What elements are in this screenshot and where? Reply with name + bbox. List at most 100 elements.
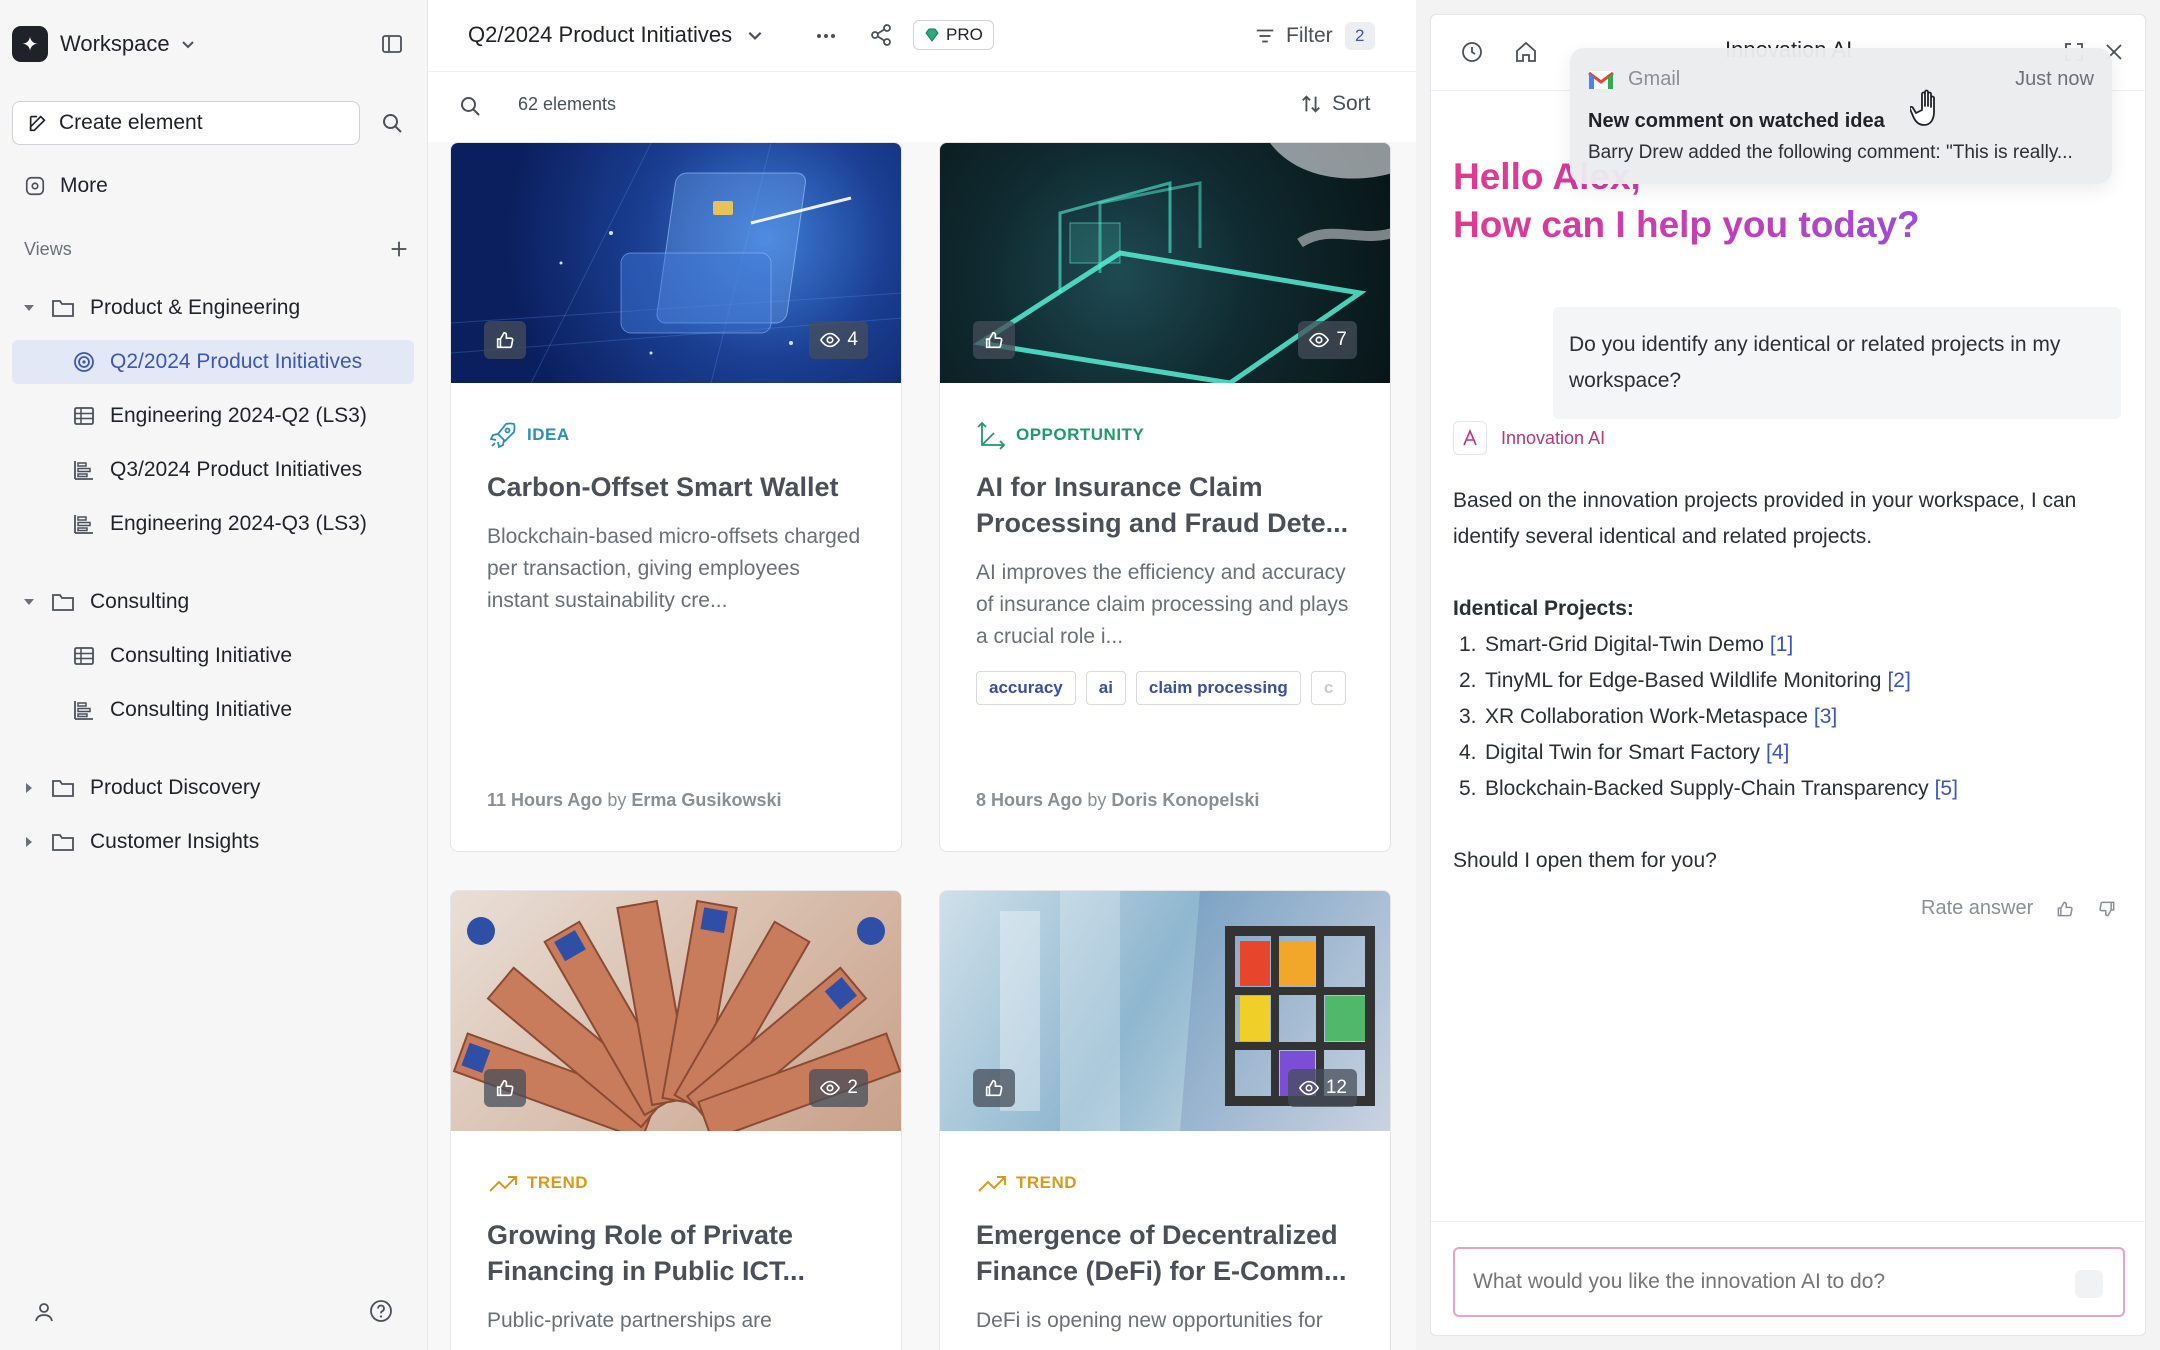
card-title: AI for Insurance Claim Processing and Fr…: [976, 472, 1349, 538]
more-icon: [25, 176, 45, 196]
more-menu[interactable]: More: [24, 172, 108, 200]
tag-list: accuracy ai claim processing c: [976, 671, 1356, 705]
card-by: by: [1087, 790, 1107, 810]
main-board: Q2/2024 Product Initiatives PRO Filter 2…: [428, 0, 1416, 1350]
table-icon: [74, 407, 94, 425]
tag[interactable]: ai: [1085, 671, 1126, 705]
gmail-notification[interactable]: Gmail Just now New comment on watched id…: [1570, 48, 2112, 184]
eye-icon: [1298, 1080, 1319, 1096]
thumbs-up-icon: [496, 1079, 514, 1097]
thumbs-up-icon: [985, 1079, 1003, 1097]
trend-card[interactable]: 12 TREND Emergence of Decentralized Fina…: [939, 890, 1391, 1350]
search-icon[interactable]: [380, 111, 404, 135]
opportunity-card[interactable]: 7 OPPORTUNITY AI for Insurance Claim Pro…: [939, 142, 1391, 852]
view-label: Engineering 2024-Q2 (LS3): [110, 404, 367, 427]
sidebar-toggle-icon[interactable]: [380, 32, 404, 56]
target-icon: [74, 352, 94, 372]
history-icon[interactable]: [1459, 39, 1485, 65]
project-name: Smart-Grid Digital-Twin Demo: [1485, 633, 1764, 656]
tag[interactable]: claim processing: [1135, 671, 1301, 705]
card-type-label: OPPORTUNITY: [1016, 425, 1145, 444]
eye-icon: [820, 1080, 841, 1096]
card-meta: 11 Hours Ago by Erma Gusikowski: [487, 790, 781, 811]
trend-up-icon: [489, 1176, 517, 1192]
notification-title: New comment on watched idea: [1588, 110, 1885, 132]
view-q2-2024-product-initiatives[interactable]: Q2/2024 Product Initiatives: [12, 340, 414, 384]
ai-prompt-input[interactable]: [1453, 1247, 2125, 1317]
help-icon[interactable]: [368, 1298, 394, 1324]
project-name: XR Collaboration Work-Metaspace: [1485, 705, 1808, 728]
reference-link[interactable]: [3]: [1814, 699, 1837, 735]
timeline-icon: [74, 515, 93, 534]
card-by: by: [607, 790, 627, 810]
share-icon[interactable]: [868, 22, 894, 48]
filter-count-badge: 2: [1344, 22, 1375, 50]
project-list: 1. Smart-Grid Digital-Twin Demo [1] 2. Tiny…: [1453, 627, 2123, 807]
card-author: Erma Gusikowski: [631, 790, 782, 810]
add-view-icon[interactable]: [388, 238, 410, 260]
thumbs-up-icon: [496, 331, 514, 349]
view-engineering-2024-q2[interactable]: Engineering 2024-Q2 (LS3): [12, 394, 414, 438]
folder-product-discovery[interactable]: Product Discovery: [12, 766, 414, 810]
upvote-button[interactable]: [484, 321, 526, 359]
card-title: Emergence of Decentralized Finance (DeFi…: [976, 1220, 1347, 1286]
view-consulting-initiative-timeline[interactable]: Consulting Initiative: [12, 688, 414, 732]
user-icon[interactable]: [32, 1300, 56, 1324]
upvote-button[interactable]: [973, 1069, 1015, 1107]
reference-link[interactable]: [5]: [1935, 771, 1958, 807]
folder-product-engineering[interactable]: Product & Engineering: [12, 286, 414, 330]
card-type: OPPORTUNITY: [976, 419, 1354, 451]
card-type: IDEA: [487, 419, 865, 451]
rocket-icon: [489, 422, 516, 449]
tag[interactable]: accuracy: [976, 671, 1076, 705]
project-name: Blockchain-Backed Supply-Chain Transpare…: [1485, 777, 1929, 800]
view-q3-2024-product-initiatives[interactable]: Q3/2024 Product Initiatives: [12, 448, 414, 492]
views-count: 2: [847, 1077, 858, 1098]
thumbs-down-icon[interactable]: [2097, 899, 2117, 919]
trend-card[interactable]: 2 TREND Growing Role of Private Financin…: [450, 890, 902, 1350]
card-time: 8 Hours Ago: [976, 790, 1083, 810]
view-engineering-2024-q3[interactable]: Engineering 2024-Q3 (LS3): [12, 502, 414, 546]
card-meta: 8 Hours Ago by Doris Konopelski: [976, 790, 1259, 811]
reference-link[interactable]: [1]: [1770, 627, 1793, 663]
view-label: Consulting Initiative: [110, 644, 293, 667]
filter-button[interactable]: Filter 2: [1254, 20, 1375, 52]
folder-icon: [52, 780, 74, 797]
upvote-button[interactable]: [484, 1069, 526, 1107]
folder-consulting[interactable]: Consulting: [12, 580, 414, 624]
more-horizontal-icon[interactable]: [814, 24, 838, 48]
thumbs-up-icon[interactable]: [2055, 899, 2075, 919]
list-item: 5. Blockchain-Backed Supply-Chain Transpa…: [1453, 771, 2123, 807]
folder-customer-insights[interactable]: Customer Insights: [12, 820, 414, 864]
search-icon[interactable]: [458, 94, 482, 118]
home-icon[interactable]: [1513, 39, 1539, 65]
card-type-label: TREND: [527, 1173, 589, 1192]
folder-icon: [52, 834, 74, 851]
edit-icon: [29, 115, 46, 132]
tag[interactable]: c: [1310, 671, 1347, 705]
sort-button[interactable]: Sort: [1300, 92, 1371, 116]
folder-label: Consulting: [90, 590, 190, 613]
card-description: DeFi is opening new opportunities for: [976, 1309, 1323, 1332]
upvote-button[interactable]: [973, 321, 1015, 359]
pro-label: PRO: [946, 25, 983, 44]
elements-count: 62 elements: [518, 94, 617, 114]
idea-card[interactable]: 4 IDEA Carbon-Offset Smart Wallet Blockc…: [450, 142, 902, 852]
reference-link[interactable]: [4]: [1766, 735, 1789, 771]
sort-icon: [1302, 95, 1320, 113]
reference-link[interactable]: [2]: [1887, 663, 1910, 699]
greeting-line-2: How can I help you today?: [1453, 204, 1920, 245]
more-label: More: [60, 174, 108, 197]
gmail-icon: [1588, 70, 1614, 89]
card-description: AI improves the efficiency and accuracy …: [976, 561, 1349, 648]
send-icon[interactable]: [2075, 1270, 2103, 1298]
view-label: Q2/2024 Product Initiatives: [110, 350, 363, 373]
project-name: Digital Twin for Smart Factory: [1485, 741, 1761, 764]
board-title-dropdown[interactable]: Q2/2024 Product Initiatives: [468, 22, 764, 48]
view-consulting-initiative-table[interactable]: Consulting Initiative: [12, 634, 414, 678]
folder-icon: [52, 300, 74, 317]
workspace-switcher[interactable]: ✦ Workspace: [12, 24, 196, 64]
create-element-button[interactable]: Create element: [12, 101, 360, 145]
pro-badge[interactable]: PRO: [913, 20, 994, 50]
